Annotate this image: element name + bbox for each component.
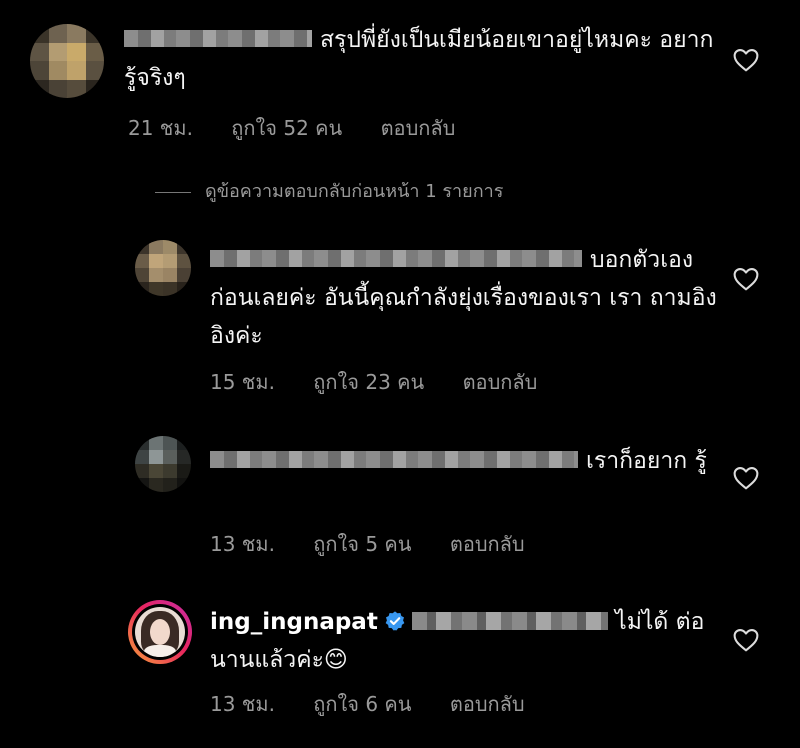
avatar[interactable] bbox=[135, 240, 191, 296]
reply-likes[interactable]: ถูกใจ 23 คน bbox=[313, 370, 424, 394]
reply-meta: 15 ชม. ถูกใจ 23 คน ตอบกลับ bbox=[210, 366, 569, 398]
username-redacted[interactable] bbox=[210, 451, 578, 468]
divider bbox=[155, 191, 191, 193]
username-redacted[interactable] bbox=[124, 30, 312, 47]
verified-badge-icon bbox=[384, 606, 406, 631]
reply-text: ing_ingnapat ไม่ได้ ต่อนานแล้วค่ะ😊 bbox=[210, 603, 710, 679]
comment-time: 21 ชม. bbox=[128, 116, 193, 140]
comment-likes[interactable]: ถูกใจ 52 คน bbox=[231, 116, 342, 140]
reply-time: 13 ชม. bbox=[210, 692, 275, 716]
username-redacted[interactable] bbox=[210, 250, 582, 267]
heart-icon[interactable] bbox=[733, 466, 759, 490]
avatar bbox=[132, 604, 188, 660]
reply-button[interactable]: ตอบกลับ bbox=[450, 532, 525, 556]
heart-icon[interactable] bbox=[733, 48, 759, 72]
reply-meta: 13 ชม. ถูกใจ 5 คน ตอบกลับ bbox=[210, 528, 557, 560]
reply-body: เราก็อยาก รู้ bbox=[586, 448, 707, 474]
avatar[interactable] bbox=[135, 436, 191, 492]
avatar[interactable] bbox=[30, 24, 104, 98]
reply-likes[interactable]: ถูกใจ 6 คน bbox=[313, 692, 411, 716]
reply-button[interactable]: ตอบกลับ bbox=[450, 692, 525, 716]
reply-time: 15 ชม. bbox=[210, 370, 275, 394]
view-previous-label[interactable]: ดูข้อความตอบกลับก่อนหน้า 1 รายการ bbox=[205, 181, 503, 202]
reply-button[interactable]: ตอบกลับ bbox=[463, 370, 538, 394]
reply-text: บอกตัวเอง ก่อนเลยค่ะ อันนี้คุณกำลังยุ่งเ… bbox=[210, 241, 720, 355]
reply-likes[interactable]: ถูกใจ 5 คน bbox=[313, 532, 411, 556]
username[interactable]: ing_ingnapat bbox=[210, 609, 378, 635]
view-previous-replies[interactable]: ดูข้อความตอบกลับก่อนหน้า 1 รายการ bbox=[155, 176, 503, 205]
reply-meta: 13 ชม. ถูกใจ 6 คน ตอบกลับ bbox=[210, 688, 557, 720]
heart-icon[interactable] bbox=[733, 267, 759, 291]
story-ring-avatar[interactable] bbox=[128, 600, 192, 664]
reply-time: 13 ชม. bbox=[210, 532, 275, 556]
reply-button[interactable]: ตอบกลับ bbox=[381, 116, 456, 140]
reply-text: เราก็อยาก รู้ bbox=[210, 442, 710, 480]
comment-text: สรุปพี่ยังเป็นเมียน้อยเขาอยู่ไหมคะ อยากร… bbox=[124, 21, 724, 97]
mention-redacted[interactable] bbox=[411, 611, 608, 630]
heart-icon[interactable] bbox=[733, 628, 759, 652]
comment-meta: 21 ชม. ถูกใจ 52 คน ตอบกลับ bbox=[128, 112, 487, 144]
